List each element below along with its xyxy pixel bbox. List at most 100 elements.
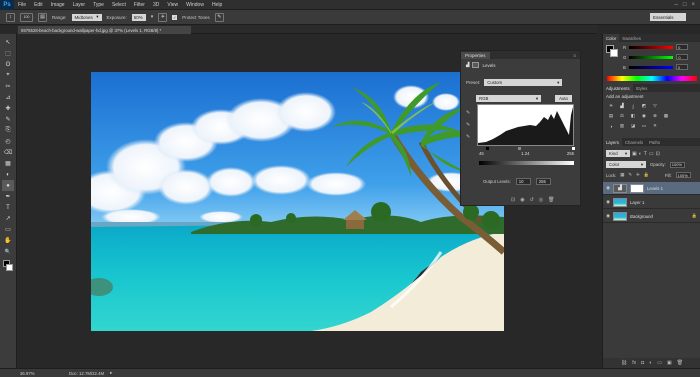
auto-button[interactable]: Auto: [555, 95, 572, 102]
tab-channels[interactable]: Channels: [622, 140, 646, 145]
brush-tool-icon[interactable]: ✎: [2, 114, 14, 125]
color-spectrum[interactable]: [607, 76, 697, 81]
move-tool-icon[interactable]: ↖: [2, 37, 14, 48]
color-swatches[interactable]: [2, 259, 14, 273]
color-balance-icon[interactable]: ⚖: [618, 113, 626, 119]
marquee-tool-icon[interactable]: ⬚: [2, 48, 14, 59]
selective-color-icon[interactable]: ✕: [651, 123, 659, 129]
shape-tool-icon[interactable]: ▭: [2, 224, 14, 235]
hue-saturation-icon[interactable]: ▤: [607, 113, 615, 119]
vibrance-icon[interactable]: ▽: [651, 103, 659, 109]
blue-slider[interactable]: [628, 65, 673, 69]
brightness-icon[interactable]: ☀: [607, 103, 615, 109]
posterize-icon[interactable]: ▥: [618, 123, 626, 129]
output-white-input[interactable]: 255: [535, 178, 551, 185]
delete-icon[interactable]: 🗑: [548, 197, 554, 203]
fx-icon[interactable]: fx: [632, 360, 636, 366]
protect-tones-checkbox[interactable]: ✓: [172, 14, 178, 20]
b-value[interactable]: 0: [675, 64, 688, 70]
clone-stamp-tool-icon[interactable]: ⎘: [2, 125, 14, 136]
visibility-icon[interactable]: ◎: [539, 197, 543, 203]
eye-icon[interactable]: ◉: [603, 185, 613, 191]
input-gamma-value[interactable]: 1.24: [521, 151, 529, 156]
channel-select[interactable]: RGB ▾: [476, 95, 541, 102]
white-point-eyedropper-icon[interactable]: ✎: [466, 134, 470, 140]
new-layer-icon[interactable]: ▣: [667, 360, 672, 366]
lock-pixels-icon[interactable]: ✎: [628, 172, 632, 178]
document-info[interactable]: Doc: 12.7M/22.4M: [45, 371, 104, 376]
path-selection-tool-icon[interactable]: ↗: [2, 213, 14, 224]
tab-adjustments[interactable]: Adjustments: [603, 84, 633, 92]
opacity-input[interactable]: 100%: [669, 161, 685, 168]
tab-styles[interactable]: Styles: [633, 86, 651, 91]
filter-pixel-icon[interactable]: ▣: [632, 151, 637, 157]
r-value[interactable]: 0: [676, 44, 689, 50]
filter-adjustment-icon[interactable]: ◐: [639, 151, 642, 157]
add-mask-icon[interactable]: ◘: [641, 360, 644, 366]
gamma-input-slider[interactable]: [518, 147, 521, 150]
new-adjustment-icon[interactable]: ◐: [649, 360, 652, 366]
menu-layer[interactable]: Layer: [69, 2, 90, 8]
menu-help[interactable]: Help: [208, 2, 226, 8]
layer-name[interactable]: Background: [630, 214, 653, 219]
tab-layers[interactable]: Layers: [603, 138, 622, 146]
type-tool-icon[interactable]: T: [2, 202, 14, 213]
beach-photo[interactable]: [91, 72, 504, 331]
chevron-down-icon[interactable]: ▾: [151, 14, 154, 20]
healing-tool-icon[interactable]: ✚: [2, 103, 14, 114]
menu-type[interactable]: Type: [89, 2, 108, 8]
g-value[interactable]: 0: [676, 54, 689, 60]
close-button[interactable]: ×: [691, 2, 695, 8]
layer-name[interactable]: Levels 1: [647, 186, 663, 191]
background-color[interactable]: [6, 264, 13, 271]
blur-tool-icon[interactable]: ◐: [2, 169, 14, 180]
eraser-tool-icon[interactable]: ⌫: [2, 147, 14, 158]
layer-row-layer1[interactable]: ◉ Layer 1: [603, 196, 700, 209]
reset-icon[interactable]: ↺: [530, 197, 534, 203]
green-slider[interactable]: [629, 55, 674, 59]
hand-tool-icon[interactable]: ✋: [2, 235, 14, 246]
input-black-value[interactable]: 46: [479, 151, 484, 156]
new-group-icon[interactable]: ▭: [657, 360, 662, 366]
lock-all-icon[interactable]: 🔒: [644, 172, 649, 178]
link-layers-icon[interactable]: ⛓: [621, 360, 627, 366]
curves-icon[interactable]: ∫: [629, 103, 637, 109]
tab-swatches[interactable]: Swatches: [619, 36, 644, 41]
blend-mode-select[interactable]: Color ▾: [606, 161, 646, 168]
dodge-tool-icon[interactable]: ●: [2, 180, 14, 191]
crop-tool-icon[interactable]: ✂: [2, 81, 14, 92]
lasso-tool-icon[interactable]: ʘ: [2, 59, 14, 70]
view-previous-icon[interactable]: ◉: [520, 197, 524, 203]
tool-preset-icon[interactable]: ↕: [6, 12, 15, 22]
mask-icon[interactable]: [472, 62, 480, 68]
menu-3d[interactable]: 3D: [149, 2, 163, 8]
gradient-map-icon[interactable]: ▭: [640, 123, 648, 129]
lock-position-icon[interactable]: ✛: [636, 172, 640, 178]
white-input-slider[interactable]: [572, 147, 575, 150]
kind-select[interactable]: Kind ▾: [606, 150, 630, 157]
exposure-input[interactable]: 50%: [131, 13, 146, 21]
panel-background-color[interactable]: [610, 49, 618, 57]
range-select[interactable]: Midtones ▾: [71, 13, 102, 21]
menu-view[interactable]: View: [163, 2, 182, 8]
zoom-tool-icon[interactable]: 🔍: [2, 246, 14, 257]
eyedropper-tool-icon[interactable]: ⊿: [2, 92, 14, 103]
panel-menu-icon[interactable]: ≡: [569, 52, 580, 59]
document-tab[interactable]: 6975528-beach-background-wallpaper-hd.jp…: [18, 26, 191, 34]
output-black-input[interactable]: 10: [515, 178, 531, 185]
menu-file[interactable]: File: [14, 2, 30, 8]
lock-transparency-icon[interactable]: ▦: [620, 172, 624, 178]
red-slider[interactable]: [629, 45, 674, 49]
status-arrow-icon[interactable]: ▸: [110, 370, 112, 376]
quick-select-tool-icon[interactable]: ⌖: [2, 70, 14, 81]
black-input-slider[interactable]: [486, 147, 489, 150]
levels-icon[interactable]: ▟: [618, 103, 626, 109]
history-brush-tool-icon[interactable]: ◴: [2, 136, 14, 147]
menu-select[interactable]: Select: [108, 2, 130, 8]
layer-mask-thumb[interactable]: [630, 183, 644, 193]
layer-row-background[interactable]: ◉ Background 🔒: [603, 210, 700, 223]
invert-icon[interactable]: ◑: [607, 123, 615, 129]
delete-layer-icon[interactable]: 🗑: [677, 360, 683, 366]
eye-icon[interactable]: ◉: [603, 213, 613, 219]
layer-row-levels[interactable]: ◉ ▟ Levels 1: [603, 182, 700, 195]
